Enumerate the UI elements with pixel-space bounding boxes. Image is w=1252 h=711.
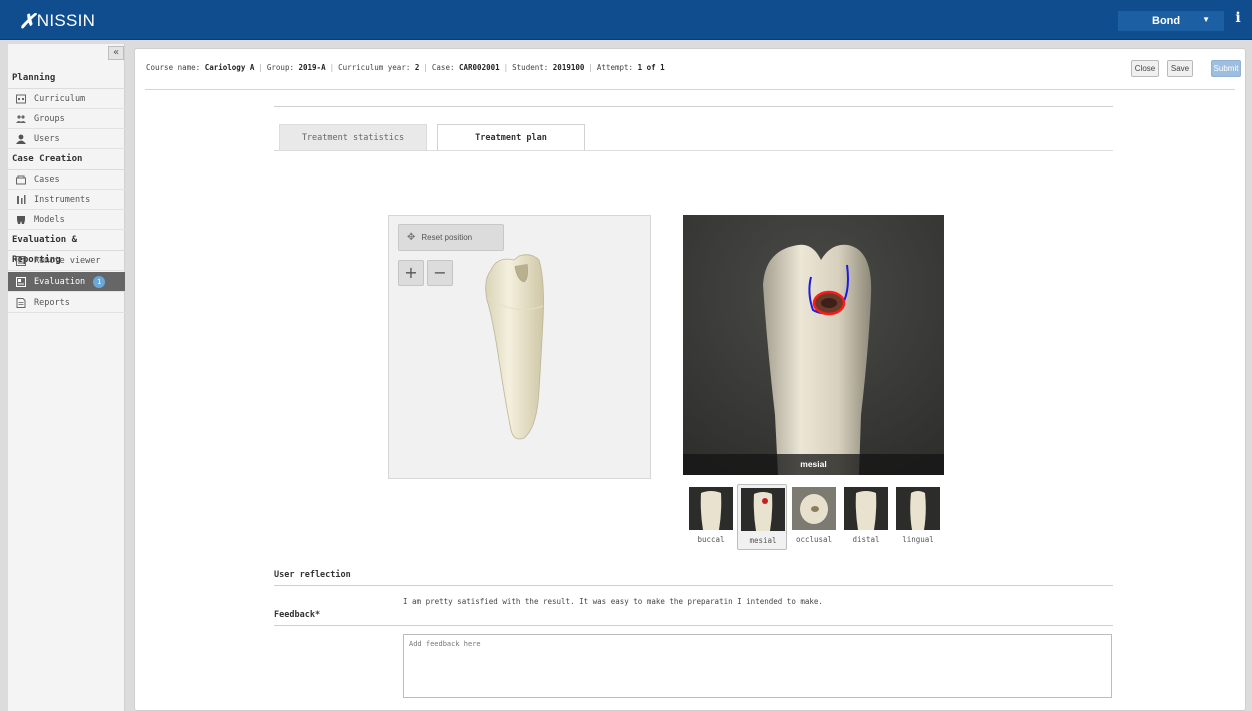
collapse-sidebar-icon[interactable]: «	[108, 46, 124, 60]
case-label: Case:	[431, 63, 455, 72]
student-value: 2019100	[552, 63, 585, 72]
sidebar-section-planning: Planning	[8, 68, 125, 89]
3d-tooth-viewer[interactable]: ✥ Reset position + −	[388, 215, 651, 479]
sidebar-item-users[interactable]: Users	[8, 129, 125, 149]
content-divider	[274, 106, 1113, 107]
thumbnail-distal[interactable]: distal	[841, 484, 891, 550]
sidebar-item-label: Instruments	[34, 194, 91, 205]
info-icon[interactable]: i	[1230, 10, 1246, 30]
tab-divider	[274, 150, 1113, 151]
sidebar-item-label: Curriculum	[34, 93, 86, 104]
tab-treatment-plan[interactable]: Treatment plan	[437, 124, 585, 151]
move-icon: ✥	[407, 232, 416, 243]
main-panel: Course name: Cariology A | Group: 2019-A | C…	[134, 48, 1246, 711]
user-menu[interactable]: Bond ▼	[1118, 11, 1224, 31]
instruments-icon	[17, 194, 26, 204]
groups-icon	[16, 114, 26, 123]
calendar-icon	[16, 94, 26, 103]
thumbnail-label: mesial	[749, 536, 777, 545]
photo-caption: mesial	[683, 454, 944, 475]
thumbnail-mesial[interactable]: mesial	[737, 484, 787, 550]
sidebar-item-label: Evaluation	[34, 276, 86, 287]
feedback-divider	[274, 625, 1113, 626]
breadcrumb: Course name: Cariology A | Group: 2019-A | C…	[146, 63, 665, 72]
evaluation-icon	[16, 276, 26, 287]
sidebar-item-label: Reports	[34, 297, 70, 308]
sidebar-item-instruments[interactable]: Instruments	[8, 190, 125, 210]
thumbnail-label: lingual	[902, 535, 934, 544]
sidebar-item-cases[interactable]: Cases	[8, 170, 125, 190]
sidebar-item-label: Cases	[34, 174, 60, 185]
sidebar-item-models[interactable]: Models	[8, 210, 125, 230]
sidebar-section-evaluation-reporting: Evaluation & Reporting	[8, 230, 125, 265]
tab-treatment-statistics[interactable]: Treatment statistics	[279, 124, 427, 151]
sidebar-item-label: Users	[34, 133, 60, 144]
sidebar-item-evaluation[interactable]: Evaluation 1	[8, 272, 125, 292]
thumbnail-label: buccal	[697, 535, 725, 544]
monitor-icon	[16, 255, 26, 266]
sidebar-item-label: Models	[34, 214, 65, 225]
feedback-textarea[interactable]	[403, 634, 1112, 698]
sidebar: « Planning Curriculum Groups Users Case …	[8, 44, 125, 711]
thumbnail-label: occlusal	[795, 535, 833, 544]
year-value: 2	[414, 63, 420, 72]
zoom-out-button[interactable]: −	[427, 260, 453, 286]
user-name: Bond	[1152, 15, 1181, 27]
course-label: Course name:	[146, 63, 201, 72]
sidebar-item-curriculum[interactable]: Curriculum	[8, 89, 125, 109]
logo: ✗ NISSIN	[19, 9, 96, 33]
case-value: CAR002001	[459, 63, 500, 72]
tooth-photo-image	[683, 215, 944, 475]
sidebar-section-case-creation: Case Creation	[8, 149, 125, 170]
attempt-label: Attempt:	[596, 63, 634, 72]
sidebar-item-label: Groups	[34, 113, 65, 124]
submit-button[interactable]: Submit	[1211, 60, 1241, 77]
zoom-in-button[interactable]: +	[398, 260, 424, 286]
chevron-down-icon: ▼	[1202, 15, 1210, 24]
report-icon	[16, 297, 26, 308]
brand-name: NISSIN	[36, 11, 96, 30]
group-label: Group:	[266, 63, 294, 72]
sidebar-item-groups[interactable]: Groups	[8, 109, 125, 129]
course-name: Cariology A	[204, 63, 255, 72]
thumbnail-buccal[interactable]: buccal	[686, 484, 736, 550]
nissin-logo-icon: ✗	[19, 9, 36, 33]
thumbnail-label: distal	[852, 535, 880, 544]
sidebar-item-reports[interactable]: Reports	[8, 293, 125, 313]
feedback-label: Feedback*	[274, 610, 321, 620]
top-bar: ✗ NISSIN Bond ▼ i	[0, 0, 1252, 40]
reset-position-button[interactable]: ✥ Reset position	[398, 224, 504, 251]
close-button[interactable]: Close	[1131, 60, 1159, 77]
header-divider	[145, 89, 1235, 90]
attempt-value: 1 of 1	[637, 63, 665, 72]
save-button[interactable]: Save	[1167, 60, 1193, 77]
thumbnail-occlusal[interactable]: occlusal	[789, 484, 839, 550]
thumbnail-lingual[interactable]: lingual	[893, 484, 943, 550]
view-thumbnails: buccal mesial occlusal distal lingual	[686, 484, 946, 550]
year-label: Curriculum year:	[338, 63, 411, 72]
user-reflection-text: I am pretty satisfied with the result. I…	[403, 597, 823, 606]
reset-position-label: Reset position	[421, 233, 473, 242]
tooth-photo[interactable]: mesial	[683, 215, 944, 475]
student-label: Student:	[512, 63, 549, 72]
tooth-icon	[17, 215, 25, 224]
3d-tooth-model[interactable]	[469, 250, 559, 440]
sidebar-item-label: Remote viewer	[34, 255, 101, 266]
user-reflection-label: User reflection	[274, 570, 351, 580]
user-icon	[16, 134, 26, 144]
cases-icon	[16, 175, 26, 184]
group-value: 2019-A	[298, 63, 326, 72]
reflection-divider	[274, 585, 1113, 586]
evaluation-count-badge: 1	[93, 275, 106, 288]
